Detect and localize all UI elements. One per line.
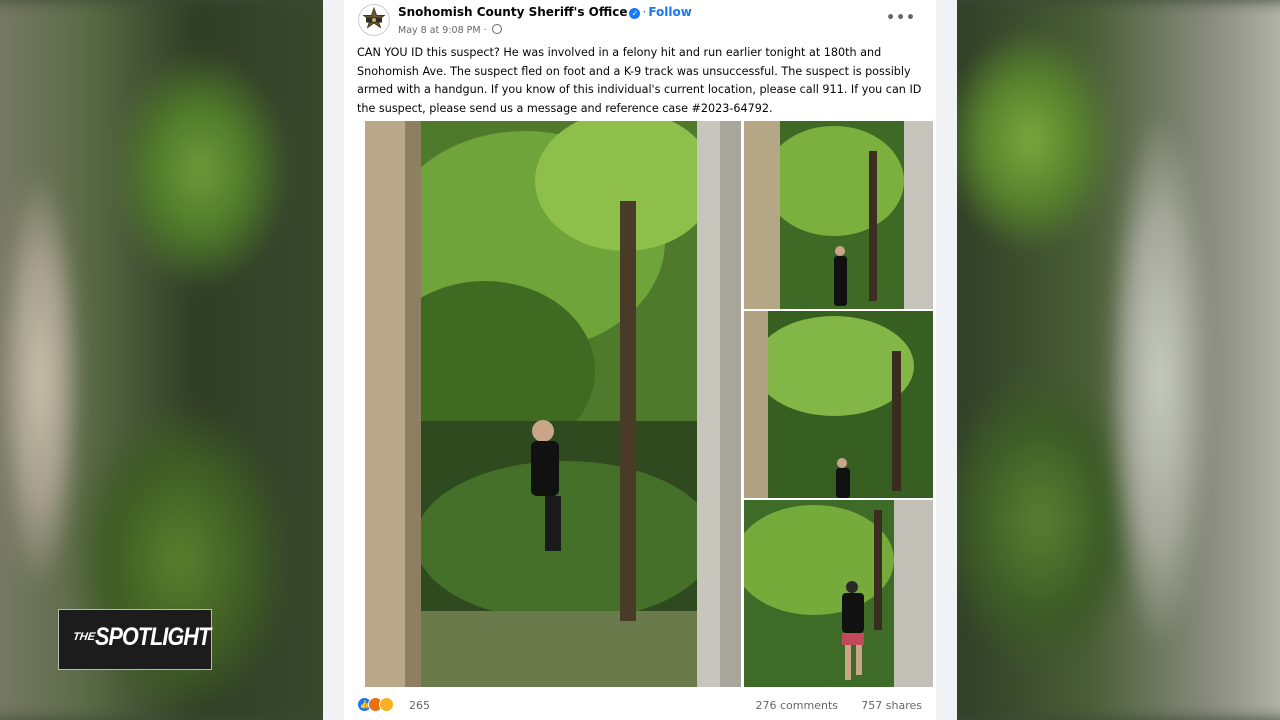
wow-icon (379, 697, 394, 712)
reaction-icons[interactable]: 👍 (357, 697, 407, 713)
post-meta: May 8 at 9:08 PM · (398, 24, 502, 36)
sheriff-badge-avatar[interactable] (358, 4, 390, 36)
photo-thumbnail-2[interactable] (744, 311, 933, 498)
facebook-post-screenshot: Snohomish County Sheriff's Office ✓ · Follo… (323, 0, 957, 720)
verified-badge-icon: ✓ (629, 8, 641, 19)
blurred-background-right (950, 0, 1280, 720)
engagement-bar: 👍 265 276 comments 757 shares (357, 690, 922, 720)
post-timestamp[interactable]: May 8 at 9:08 PM (398, 25, 481, 36)
comments-count[interactable]: 276 comments (756, 699, 838, 712)
globe-icon (491, 24, 502, 34)
photo-thumbnail-1[interactable] (744, 121, 933, 309)
sheriff-star-icon (362, 7, 386, 29)
shares-count[interactable]: 757 shares (861, 699, 922, 712)
spotlight-logo: THE SPOTLIGHT (58, 609, 212, 670)
photo-grid (365, 121, 933, 687)
follow-button[interactable]: Follow (648, 5, 692, 19)
separator-dot: · (642, 5, 647, 19)
post-text: CAN YOU ID this suspect? He was involved… (357, 46, 922, 115)
post-container: Snohomish County Sheriff's Office ✓ · Follo… (344, 0, 936, 720)
reaction-count[interactable]: 265 (409, 699, 430, 712)
logo-the: THE (72, 631, 96, 643)
post-header: Snohomish County Sheriff's Office ✓ · Follo… (358, 4, 922, 38)
more-options-button[interactable]: ••• (886, 10, 916, 26)
author-line: Snohomish County Sheriff's Office ✓ · Follo… (398, 5, 692, 19)
author-name[interactable]: Snohomish County Sheriff's Office (398, 5, 627, 19)
logo-spotlight: SPOTLIGHT (95, 623, 211, 651)
photo-main-suspect[interactable] (365, 121, 741, 687)
photo-thumbnail-3[interactable] (744, 500, 933, 687)
